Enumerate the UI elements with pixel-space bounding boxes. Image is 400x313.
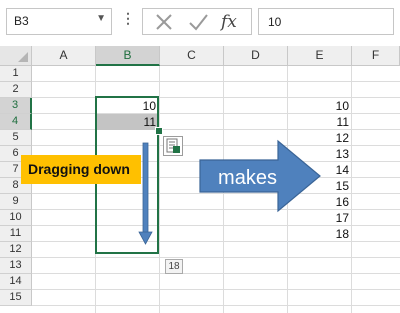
makes-label: makes	[218, 167, 277, 189]
dragging-down-callout: Dragging down	[21, 155, 141, 184]
